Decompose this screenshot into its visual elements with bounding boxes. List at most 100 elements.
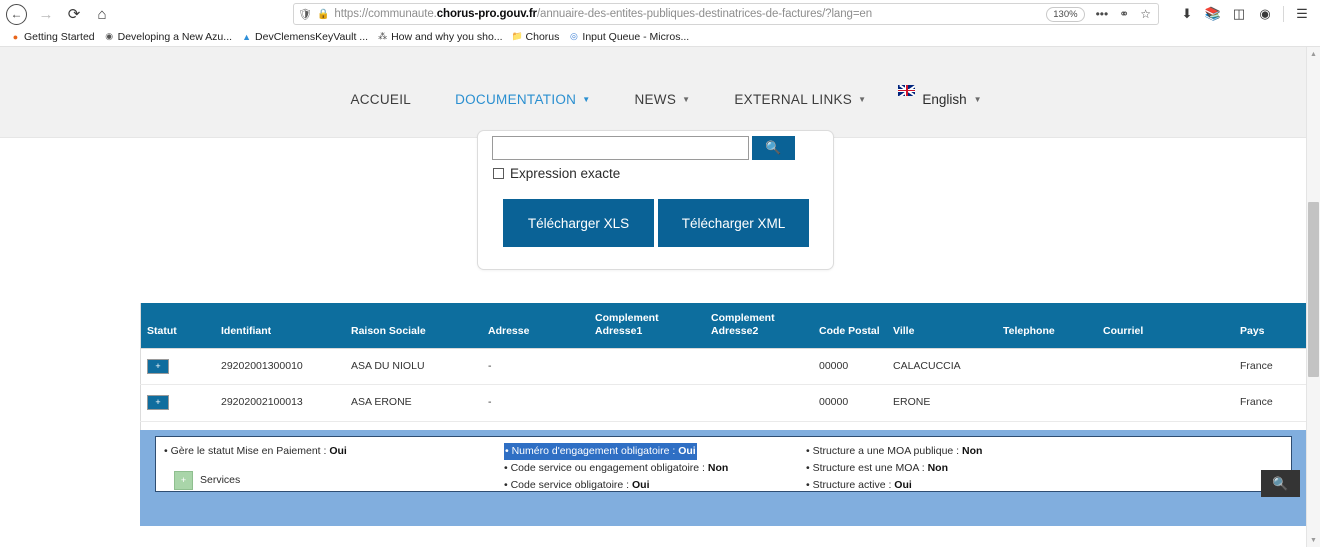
bookmarks-bar: ● Getting Started ◉ Developing a New Azu… xyxy=(0,28,1320,47)
hamburger-menu-icon[interactable]: ☰ xyxy=(1290,3,1314,25)
cell-identifiant: 29202002100013 xyxy=(215,385,345,421)
nav-label: ACCUEIL xyxy=(350,92,411,107)
detail-line-wrap: • Numéro d'engagement obligatoire : Oui xyxy=(504,443,804,460)
expanded-detail-panel: • Gère le statut Mise en Paiement : Oui … xyxy=(155,436,1292,492)
pocket-icon[interactable]: ⚭ xyxy=(1116,7,1132,21)
exact-phrase-row[interactable]: Expression exacte xyxy=(493,166,620,181)
services-label: Services xyxy=(200,472,240,489)
detail-line: • Gère le statut Mise en Paiement : Oui xyxy=(164,443,494,460)
services-row[interactable]: + Services xyxy=(174,471,240,490)
column-header-complement-adresse1[interactable]: Complement Adresse1 xyxy=(589,303,705,349)
bookmark-item-developing-azure[interactable]: ◉ Developing a New Azu... xyxy=(100,29,236,44)
column-header-complement-adresse2[interactable]: Complement Adresse2 xyxy=(705,303,813,349)
bookmark-item-input-queue[interactable]: ◎ Input Queue - Micros... xyxy=(564,29,693,44)
search-row: 🔍 xyxy=(492,136,795,160)
site-header: ACCUEIL DOCUMENTATION ▼ NEWS ▼ EXTERNAL … xyxy=(0,47,1320,138)
reload-button[interactable]: ⟳ xyxy=(61,2,87,26)
zoom-level-badge[interactable]: 130% xyxy=(1046,7,1084,22)
detail-label: • Structure a une MOA publique : xyxy=(806,445,959,457)
detail-line: • Structure active : Oui xyxy=(806,477,1106,494)
row-expand-toggle[interactable]: + xyxy=(147,359,169,374)
nav-item-language-switcher[interactable]: English ▼ xyxy=(888,85,991,114)
chevron-down-icon: ▼ xyxy=(858,95,866,104)
column-header-telephone[interactable]: Telephone xyxy=(997,303,1097,349)
urlbar-container: 🛡 🔒 https://communaute.chorus-pro.gouv.f… xyxy=(123,3,1159,25)
forward-button[interactable]: → xyxy=(33,2,59,26)
detail-value: Non xyxy=(962,445,982,457)
search-icon: 🔍 xyxy=(765,140,781,156)
detail-line: • Structure a une MOA publique : Non xyxy=(806,443,1106,460)
cell-raison-sociale: ASA ERONE xyxy=(345,385,482,421)
column-header-pays[interactable]: Pays xyxy=(1234,303,1317,349)
cell-complement-adresse2 xyxy=(705,385,813,421)
bookmark-label: DevClemensKeyVault ... xyxy=(255,31,368,43)
sidebar-icon[interactable]: ◫ xyxy=(1227,3,1251,25)
nav-item-accueil[interactable]: ACCUEIL xyxy=(328,92,433,107)
back-button[interactable]: ← xyxy=(6,4,27,25)
page-scrollbar[interactable]: ▲ ▼ xyxy=(1306,47,1320,547)
downloads-icon[interactable]: ⬇ xyxy=(1175,3,1199,25)
scrollbar-thumb[interactable] xyxy=(1308,202,1319,377)
table-row[interactable]: + 29202001300010 ASA DU NIOLU - 00000 CA… xyxy=(141,349,1317,385)
bookmark-item-keyvault[interactable]: ▲ DevClemensKeyVault ... xyxy=(237,29,372,44)
cell-pays: France xyxy=(1234,385,1317,421)
nav-item-documentation[interactable]: DOCUMENTATION ▼ xyxy=(433,92,612,107)
bookmark-item-getting-started[interactable]: ● Getting Started xyxy=(6,29,99,44)
column-header-code-postal[interactable]: Code Postal xyxy=(813,303,887,349)
services-expand-toggle[interactable]: + xyxy=(174,471,193,490)
cell-courriel xyxy=(1097,349,1234,385)
cell-statut: + xyxy=(141,349,216,385)
scroll-up-arrow-icon[interactable]: ▲ xyxy=(1307,47,1320,61)
download-xls-button[interactable]: Télécharger XLS xyxy=(503,199,654,247)
table-head: Statut Identifiant Raison Sociale Adress… xyxy=(141,303,1317,349)
detail-label: • Gère le statut Mise en Paiement : xyxy=(164,445,326,457)
account-icon[interactable]: ◉ xyxy=(1253,3,1277,25)
globe-icon: ◉ xyxy=(104,31,115,42)
column-header-ville[interactable]: Ville xyxy=(887,303,997,349)
bookmark-star-icon[interactable]: ☆ xyxy=(1137,7,1154,21)
detail-line: • Code service ou engagement obligatoire… xyxy=(504,460,804,477)
column-header-identifiant[interactable]: Identifiant xyxy=(215,303,345,349)
table-header-row: Statut Identifiant Raison Sociale Adress… xyxy=(141,303,1317,349)
column-header-adresse[interactable]: Adresse xyxy=(482,303,589,349)
address-bar[interactable]: 🛡 🔒 https://communaute.chorus-pro.gouv.f… xyxy=(293,3,1159,25)
column-header-raison-sociale[interactable]: Raison Sociale xyxy=(345,303,482,349)
detail-value: Oui xyxy=(678,445,696,457)
search-input[interactable] xyxy=(492,136,749,160)
bookmark-label: How and why you sho... xyxy=(391,31,502,43)
detail-column-2: • Numéro d'engagement obligatoire : Oui … xyxy=(504,443,804,494)
bookmark-item-chorus[interactable]: 📁 Chorus xyxy=(508,29,564,44)
firefox-icon: ● xyxy=(10,31,21,42)
detail-label: • Structure active : xyxy=(806,479,891,491)
teams-icon: ◎ xyxy=(568,31,579,42)
chevron-down-icon: ▼ xyxy=(974,95,982,104)
browser-navigation-toolbar: ← → ⟳ ⌂ 🛡 🔒 https://communaute.chorus-pr… xyxy=(0,0,1320,28)
chevron-down-icon: ▼ xyxy=(682,95,690,104)
home-button[interactable]: ⌂ xyxy=(89,2,115,26)
cell-identifiant: 29202001300010 xyxy=(215,349,345,385)
table-row[interactable]: + 29202002100013 ASA ERONE - 00000 ERONE… xyxy=(141,385,1317,421)
library-icon[interactable]: 📚 xyxy=(1201,3,1225,25)
detail-value: Oui xyxy=(632,479,650,491)
exact-phrase-checkbox[interactable] xyxy=(493,168,504,179)
page-actions-ellipsis-icon[interactable]: ••• xyxy=(1093,7,1112,21)
row-expand-toggle[interactable]: + xyxy=(147,395,169,410)
cell-ville: ERONE xyxy=(887,385,997,421)
column-header-courriel[interactable]: Courriel xyxy=(1097,303,1234,349)
floating-search-button[interactable]: 🔍 xyxy=(1261,470,1300,497)
download-xml-button[interactable]: Télécharger XML xyxy=(658,199,809,247)
main-navigation: ACCUEIL DOCUMENTATION ▼ NEWS ▼ EXTERNAL … xyxy=(0,85,1320,114)
tracking-shield-icon[interactable]: 🛡 xyxy=(298,8,312,21)
detail-value: Non xyxy=(708,462,728,474)
azure-icon: ▲ xyxy=(241,31,252,42)
nav-item-external-links[interactable]: EXTERNAL LINKS ▼ xyxy=(712,92,888,107)
nav-item-news[interactable]: NEWS ▼ xyxy=(612,92,712,107)
cell-raison-sociale: ASA DU NIOLU xyxy=(345,349,482,385)
detail-line-selected: • Numéro d'engagement obligatoire : Oui xyxy=(504,443,697,460)
exact-phrase-label: Expression exacte xyxy=(510,166,620,181)
url-text: https://communaute.chorus-pro.gouv.fr/an… xyxy=(334,8,1041,20)
bookmark-item-how-and-why[interactable]: ⁂ How and why you sho... xyxy=(373,29,506,44)
search-submit-button[interactable]: 🔍 xyxy=(752,136,795,160)
column-header-statut[interactable]: Statut xyxy=(141,303,216,349)
padlock-icon[interactable]: 🔒 xyxy=(317,9,329,20)
